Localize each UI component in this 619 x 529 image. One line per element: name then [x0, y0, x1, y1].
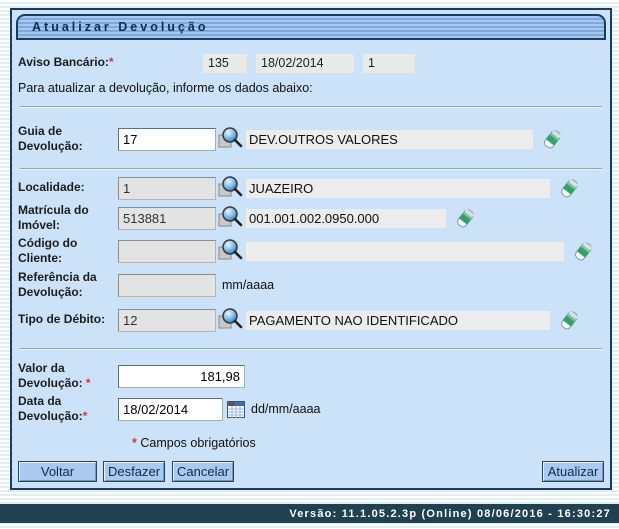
separator: [20, 168, 602, 170]
cliente-clear-button[interactable]: [572, 240, 594, 262]
valor-devolucao-label: Valor da Devolução:*: [18, 361, 118, 392]
separator: [20, 348, 602, 350]
matricula-label: Matrícula do Imóvel:: [18, 203, 118, 234]
localidade-clear-button[interactable]: [558, 177, 580, 199]
matricula-row: Matrícula do Imóvel: 001.001.002.0950.00…: [18, 202, 604, 234]
tipo-debito-lookup-button[interactable]: [218, 307, 244, 331]
separator: [20, 106, 602, 108]
data-devolucao-label: Data da Devolução:*: [18, 394, 118, 425]
cliente-lookup-button[interactable]: [218, 238, 244, 262]
calendar-icon: [227, 401, 245, 418]
instruction-text: Para atualizar a devolução, informe os d…: [18, 81, 604, 95]
aviso-bancario-label: Aviso Bancário:*: [18, 55, 203, 70]
eraser-icon: [572, 240, 594, 262]
cliente-input: [118, 240, 216, 263]
magnifier-icon: [218, 238, 244, 262]
localidade-row: Localidade: JUAZEIRO: [18, 176, 604, 200]
referencia-input: [118, 274, 216, 297]
referencia-format-hint: mm/aaaa: [222, 278, 274, 292]
data-devolucao-input[interactable]: [118, 398, 223, 421]
matricula-lookup-button[interactable]: [218, 205, 244, 229]
referencia-row: Referência da Devolução: mm/aaaa: [18, 268, 604, 302]
eraser-icon: [558, 177, 580, 199]
localidade-lookup-button[interactable]: [218, 175, 244, 199]
tipo-debito-row: Tipo de Débito: PAGAMENTO NAO IDENTIFICA…: [18, 306, 604, 334]
required-asterisk: *: [132, 436, 137, 450]
page-title: Atualizar Devolução: [18, 20, 208, 34]
aviso-data-field: 18/02/2014: [256, 54, 354, 73]
referencia-label: Referência da Devolução:: [18, 270, 118, 301]
localidade-descricao-field: JUAZEIRO: [246, 179, 550, 198]
eraser-icon: [558, 309, 580, 331]
cliente-label: Código do Cliente:: [18, 236, 118, 267]
required-asterisk: *: [83, 409, 88, 423]
aviso-numero-field: 135: [203, 54, 247, 73]
title-bar: Atualizar Devolução: [16, 14, 606, 40]
localidade-label: Localidade:: [18, 180, 118, 195]
matricula-input: [118, 207, 216, 230]
eraser-icon: [541, 128, 563, 150]
aviso-sequencial-field: 1: [363, 54, 415, 73]
cancelar-button[interactable]: Cancelar: [172, 461, 234, 482]
guia-devolucao-input[interactable]: [118, 128, 216, 151]
localidade-input: [118, 177, 216, 200]
data-devolucao-row: Data da Devolução:* dd/mm/aaaa: [18, 392, 604, 426]
valor-devolucao-row: Valor da Devolução:*: [18, 360, 604, 392]
guia-clear-button[interactable]: [541, 128, 563, 150]
footer-version-text: Versão: 11.1.05.2.3p (Online) 08/06/2016…: [289, 508, 619, 520]
required-asterisk: *: [109, 55, 114, 69]
calendar-button[interactable]: [227, 401, 245, 418]
magnifier-icon: [218, 126, 244, 150]
main-panel: Atualizar Devolução Aviso Bancário:* 135…: [10, 8, 612, 490]
cliente-row: Código do Cliente:: [18, 234, 604, 268]
tipo-debito-input: [118, 309, 216, 332]
valor-devolucao-input[interactable]: [118, 365, 245, 388]
guia-devolucao-row: Guia de Devolução: DEV.OUTROS VALORES: [18, 122, 604, 156]
magnifier-icon: [218, 175, 244, 199]
matricula-clear-button[interactable]: [454, 207, 476, 229]
aviso-bancario-row: Aviso Bancário:* 135 18/02/2014 1: [18, 53, 604, 73]
cliente-nome-field: [246, 242, 564, 261]
voltar-button[interactable]: Voltar: [18, 461, 97, 482]
eraser-icon: [454, 207, 476, 229]
button-row: Voltar Desfazer Cancelar Atualizar: [18, 461, 604, 482]
tipo-debito-descricao-field: PAGAMENTO NAO IDENTIFICADO: [246, 311, 550, 330]
guia-lookup-button[interactable]: [218, 126, 244, 150]
data-format-hint: dd/mm/aaaa: [251, 402, 320, 416]
desfazer-button[interactable]: Desfazer: [103, 461, 165, 482]
guia-descricao-field: DEV.OUTROS VALORES: [246, 130, 533, 149]
magnifier-icon: [218, 307, 244, 331]
required-note: * Campos obrigatórios: [132, 436, 604, 450]
tipo-debito-clear-button[interactable]: [558, 309, 580, 331]
footer-bar: Versão: 11.1.05.2.3p (Online) 08/06/2016…: [0, 504, 619, 523]
required-asterisk: *: [86, 376, 91, 390]
guia-devolucao-label: Guia de Devolução:: [18, 124, 118, 155]
matricula-inscricao-field: 001.001.002.0950.000: [246, 209, 446, 228]
magnifier-icon: [218, 205, 244, 229]
tipo-debito-label: Tipo de Débito:: [18, 312, 118, 327]
atualizar-button[interactable]: Atualizar: [542, 461, 604, 482]
